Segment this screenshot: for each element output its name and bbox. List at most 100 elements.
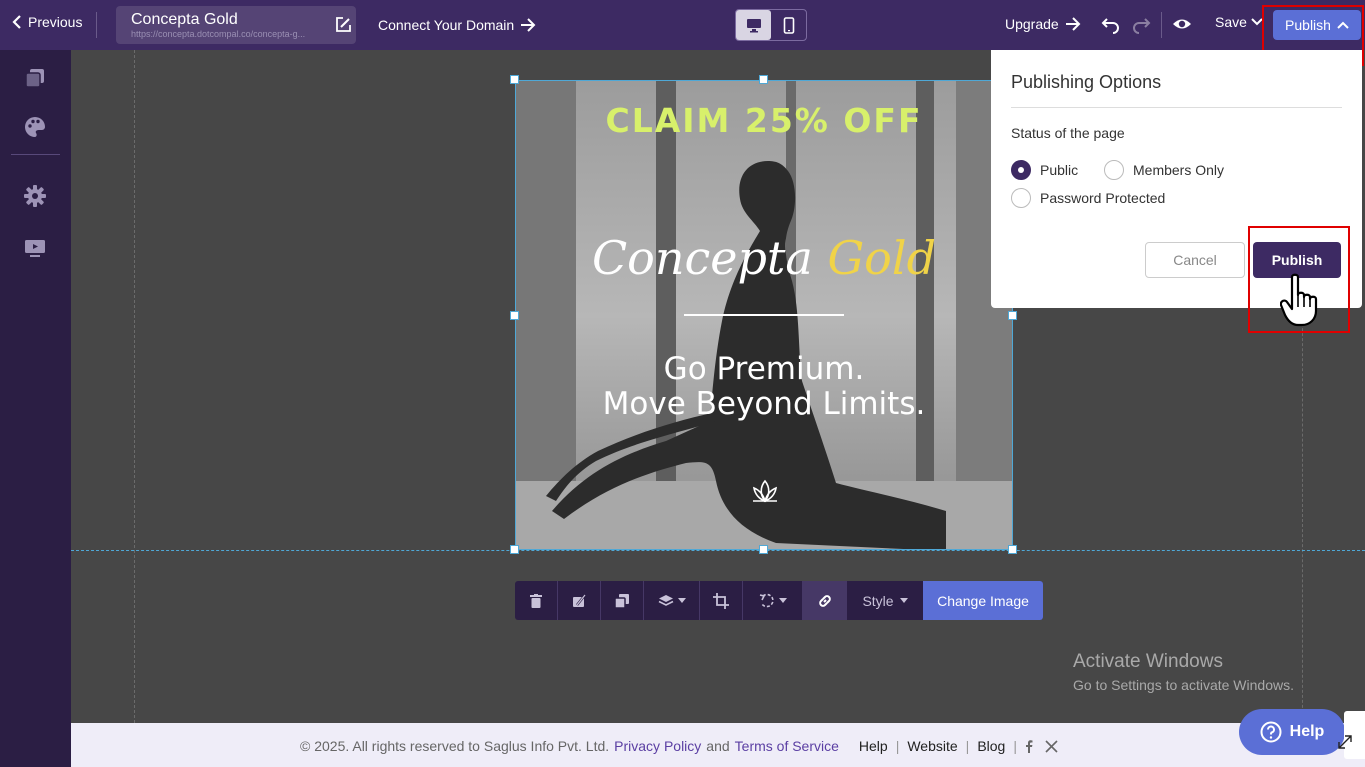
gear-icon[interactable] [24,185,46,207]
edit-icon[interactable] [334,16,352,34]
link-icon [818,594,831,607]
expand-toggle[interactable] [1338,711,1365,759]
expand-icon [1338,735,1352,749]
style-label: Style [862,592,894,609]
radio-password-label: Password Protected [1040,190,1166,206]
selected-image[interactable]: CLAIM 25% OFF Concepta Gold Go Premium. … [515,80,1013,550]
resize-handle[interactable] [1008,311,1017,320]
undo-icon[interactable] [1101,14,1121,34]
mobile-icon [783,16,794,34]
tagline-line-2: Move Beyond Limits. [602,386,926,422]
top-bar: Previous Concepta Gold https://concepta.… [0,0,1365,50]
desktop-view-button[interactable] [736,10,771,40]
activate-windows-title: Activate Windows [1073,651,1223,672]
status-label: Status of the page [1011,125,1125,141]
help-button[interactable]: Help [1239,709,1345,755]
site-url: https://concepta.dotcompal.co/concepta-g… [131,29,306,39]
footer: © 2025. All rights reserved to Saglus In… [71,723,1365,767]
tagline-line-1: Go Premium. [663,351,865,387]
magic-wand-icon [573,593,586,607]
cancel-button[interactable]: Cancel [1145,242,1245,278]
hand-cursor-icon [1280,273,1318,327]
resize-handle[interactable] [510,75,519,84]
separator: | [1013,738,1017,754]
brand-word-1: Concepta [591,231,813,285]
panel-title: Publishing Options [1011,72,1162,92]
rotate-icon [759,593,774,607]
crop-icon [713,592,729,609]
copyright-text: © 2025. All rights reserved to Saglus In… [300,738,610,754]
caret-down-icon [778,598,787,603]
redo-icon[interactable] [1131,14,1151,34]
radio-unselected-icon [1104,160,1124,180]
radio-members-only[interactable]: Members Only [1104,160,1224,180]
style-dropdown[interactable]: Style [847,581,923,620]
upgrade-button[interactable]: Upgrade [1005,16,1081,32]
resize-handle[interactable] [759,545,768,554]
activate-windows-subtitle: Go to Settings to activate Windows. [1073,677,1294,693]
layers-icon [658,594,673,606]
save-label: Save [1215,14,1247,30]
upgrade-label: Upgrade [1005,16,1059,32]
brand-logo: Concepta Gold [516,231,1012,285]
connect-domain-link[interactable]: Connect Your Domain [378,17,536,33]
guide-line [134,50,135,723]
site-title: Concepta Gold [131,11,238,28]
divider [1161,12,1162,38]
preview-eye-icon[interactable] [1172,15,1192,33]
crop-button[interactable] [700,581,743,620]
layer-order-button[interactable] [644,581,700,620]
desktop-icon [746,18,761,32]
footer-row: © 2025. All rights reserved to Saglus In… [300,738,1058,754]
divider-line [684,314,844,316]
sidebar-divider [11,154,60,155]
privacy-policy-link[interactable]: Privacy Policy [614,738,701,754]
mobile-view-button[interactable] [771,10,806,40]
radio-selected-icon [1011,160,1031,180]
rotate-button[interactable] [743,581,803,620]
separator: | [965,738,970,754]
offer-headline: CLAIM 25% OFF [605,101,923,140]
site-name-box[interactable]: Concepta Gold https://concepta.dotcompal… [116,6,356,44]
terms-link[interactable]: Terms of Service [735,738,839,754]
duplicate-button[interactable] [601,581,644,620]
facebook-icon[interactable] [1025,739,1033,753]
footer-blog-link[interactable]: Blog [977,738,1005,754]
question-circle-icon [1260,721,1282,743]
palette-icon[interactable] [24,116,46,138]
resize-handle[interactable] [510,311,519,320]
radio-public[interactable]: Public [1011,160,1078,180]
previous-button[interactable]: Previous [12,14,82,30]
guide-line [1302,308,1303,723]
footer-help-link[interactable]: Help [859,738,888,754]
and-text: and [706,738,730,754]
resize-handle[interactable] [759,75,768,84]
divider [96,12,97,38]
radio-public-label: Public [1040,162,1079,178]
trash-icon [530,593,542,608]
image-toolbar: Style Change Image [515,581,1043,620]
lotus-icon [752,479,778,503]
magic-edit-button[interactable] [558,581,601,620]
previous-label: Previous [28,14,83,30]
panel-divider [1011,107,1342,108]
save-button[interactable]: Save [1215,14,1263,30]
resize-handle[interactable] [1008,545,1017,554]
separator: | [895,738,900,754]
arrow-right-icon [1065,17,1081,31]
arrow-right-icon [521,18,536,32]
x-twitter-icon[interactable] [1045,739,1058,753]
connect-domain-label: Connect Your Domain [378,17,515,33]
chevron-left-icon [12,15,21,29]
footer-website-link[interactable]: Website [907,738,957,754]
help-label: Help [1289,723,1325,740]
radio-unselected-icon [1011,188,1031,208]
delete-button[interactable] [515,581,558,620]
pages-icon[interactable] [24,68,46,88]
radio-password-protected[interactable]: Password Protected [1011,188,1165,208]
link-button[interactable] [803,581,847,620]
preview-screen-icon[interactable] [24,238,46,258]
selection-guide-line [71,550,1365,551]
resize-handle[interactable] [510,545,519,554]
change-image-button[interactable]: Change Image [923,581,1043,620]
